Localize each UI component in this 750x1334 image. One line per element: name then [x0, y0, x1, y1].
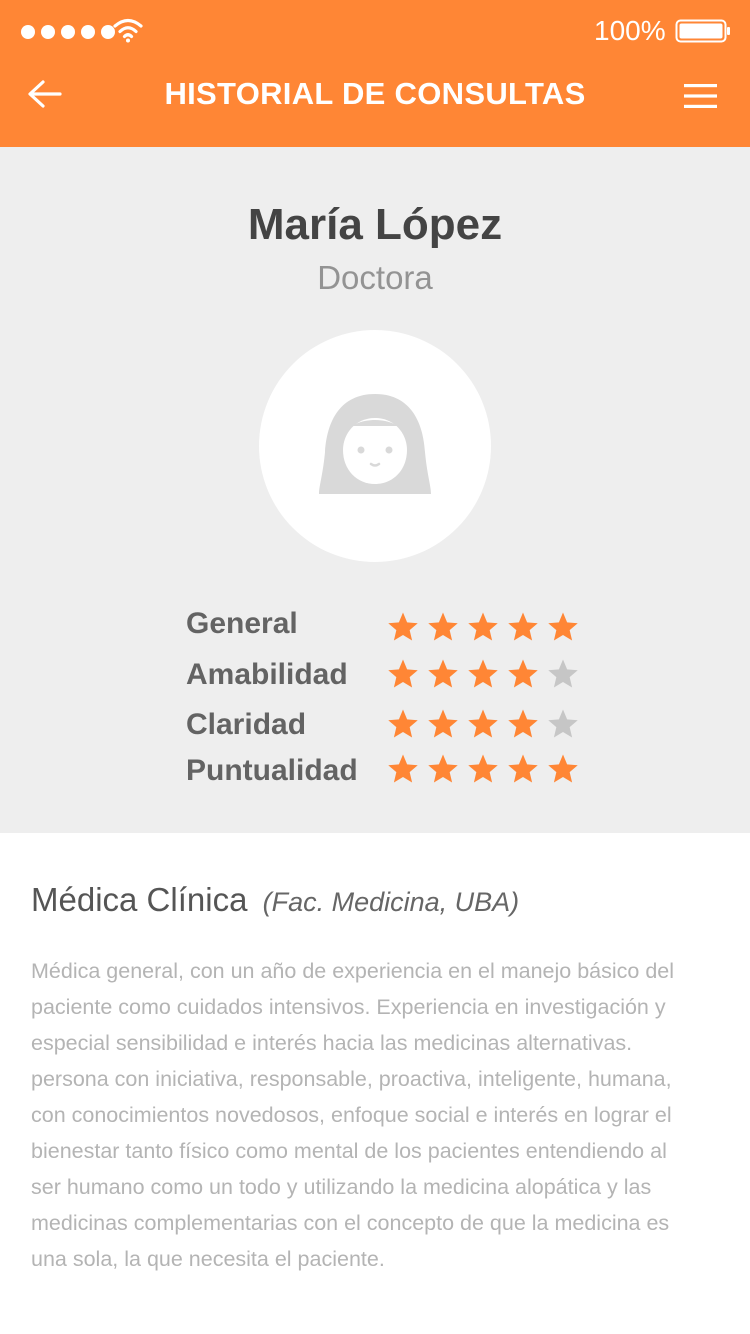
star-filled-icon	[388, 754, 418, 783]
bio-line: medicinas complementarias con el concept…	[31, 1211, 670, 1235]
doctor-bio: Médica general, con un año de experienci…	[31, 953, 721, 1277]
bio-line: paciente como cuidados intensivos. Exper…	[31, 995, 666, 1019]
star-filled-icon	[388, 709, 418, 738]
rating-label-general: General	[186, 607, 298, 640]
rating-label-claridad: Claridad	[186, 708, 307, 741]
app-header: 100% HISTORIAL DE CONSULTAS	[0, 0, 750, 147]
signal-dots-icon	[21, 25, 115, 39]
bio-line: ser humano como un todo y utilizando la …	[31, 1175, 652, 1199]
rating-label-puntualidad: Puntualidad	[186, 754, 358, 787]
specialty-heading: Médica Clínica (Fac. Medicina, UBA)	[31, 879, 519, 923]
bio-line: Médica general, con un año de experienci…	[31, 959, 675, 983]
star-filled-icon	[508, 659, 538, 688]
bio-line: especial sensibilidad e interés hacia la…	[31, 1031, 633, 1055]
star-filled-icon	[428, 754, 458, 783]
doctor-name: María López	[247, 200, 503, 249]
specialty-title: Médica Clínica	[31, 881, 248, 918]
status-bar: 100%	[0, 0, 750, 60]
doctor-role: Doctora	[317, 259, 433, 296]
rating-stars-general	[388, 612, 578, 641]
hamburger-menu-icon[interactable]	[684, 84, 717, 108]
star-filled-icon	[388, 659, 418, 688]
star-filled-icon	[508, 754, 538, 783]
rating-stars-amabilidad	[388, 659, 578, 688]
doctor-profile-card: María López Doctora General Amabilidad C…	[0, 147, 750, 833]
star-filled-icon	[468, 659, 498, 688]
star-filled-icon	[388, 612, 418, 641]
star-filled-icon	[508, 709, 538, 738]
star-filled-icon	[428, 709, 458, 738]
star-filled-icon	[428, 659, 458, 688]
rating-stars-claridad	[388, 709, 578, 738]
bio-line: persona con iniciativa, responsable, pro…	[31, 1067, 672, 1091]
star-filled-icon	[548, 612, 578, 641]
page-title: HISTORIAL DE CONSULTAS	[164, 76, 586, 111]
rating-stars-puntualidad	[388, 754, 578, 783]
bio-line: con conocimientos novedosos, enfoque soc…	[31, 1103, 672, 1127]
battery-icon	[675, 19, 730, 43]
star-empty-icon	[548, 659, 578, 688]
star-filled-icon	[468, 754, 498, 783]
rating-label-amabilidad: Amabilidad	[186, 658, 348, 691]
battery-percentage: 100%	[594, 15, 666, 46]
specialty-school: (Fac. Medicina, UBA)	[262, 887, 520, 917]
back-arrow-icon[interactable]	[26, 78, 64, 110]
star-empty-icon	[548, 709, 578, 738]
star-filled-icon	[428, 612, 458, 641]
avatar	[259, 330, 491, 562]
star-filled-icon	[468, 709, 498, 738]
female-avatar-icon	[319, 394, 431, 494]
star-filled-icon	[548, 754, 578, 783]
star-filled-icon	[508, 612, 538, 641]
wifi-icon	[113, 18, 143, 43]
bio-line: una sola, la que necesita el paciente.	[31, 1247, 385, 1271]
star-filled-icon	[468, 612, 498, 641]
doctor-details: Médica Clínica (Fac. Medicina, UBA) Médi…	[0, 833, 750, 1334]
bio-line: bienestar tanto físico como mental de lo…	[31, 1139, 667, 1163]
